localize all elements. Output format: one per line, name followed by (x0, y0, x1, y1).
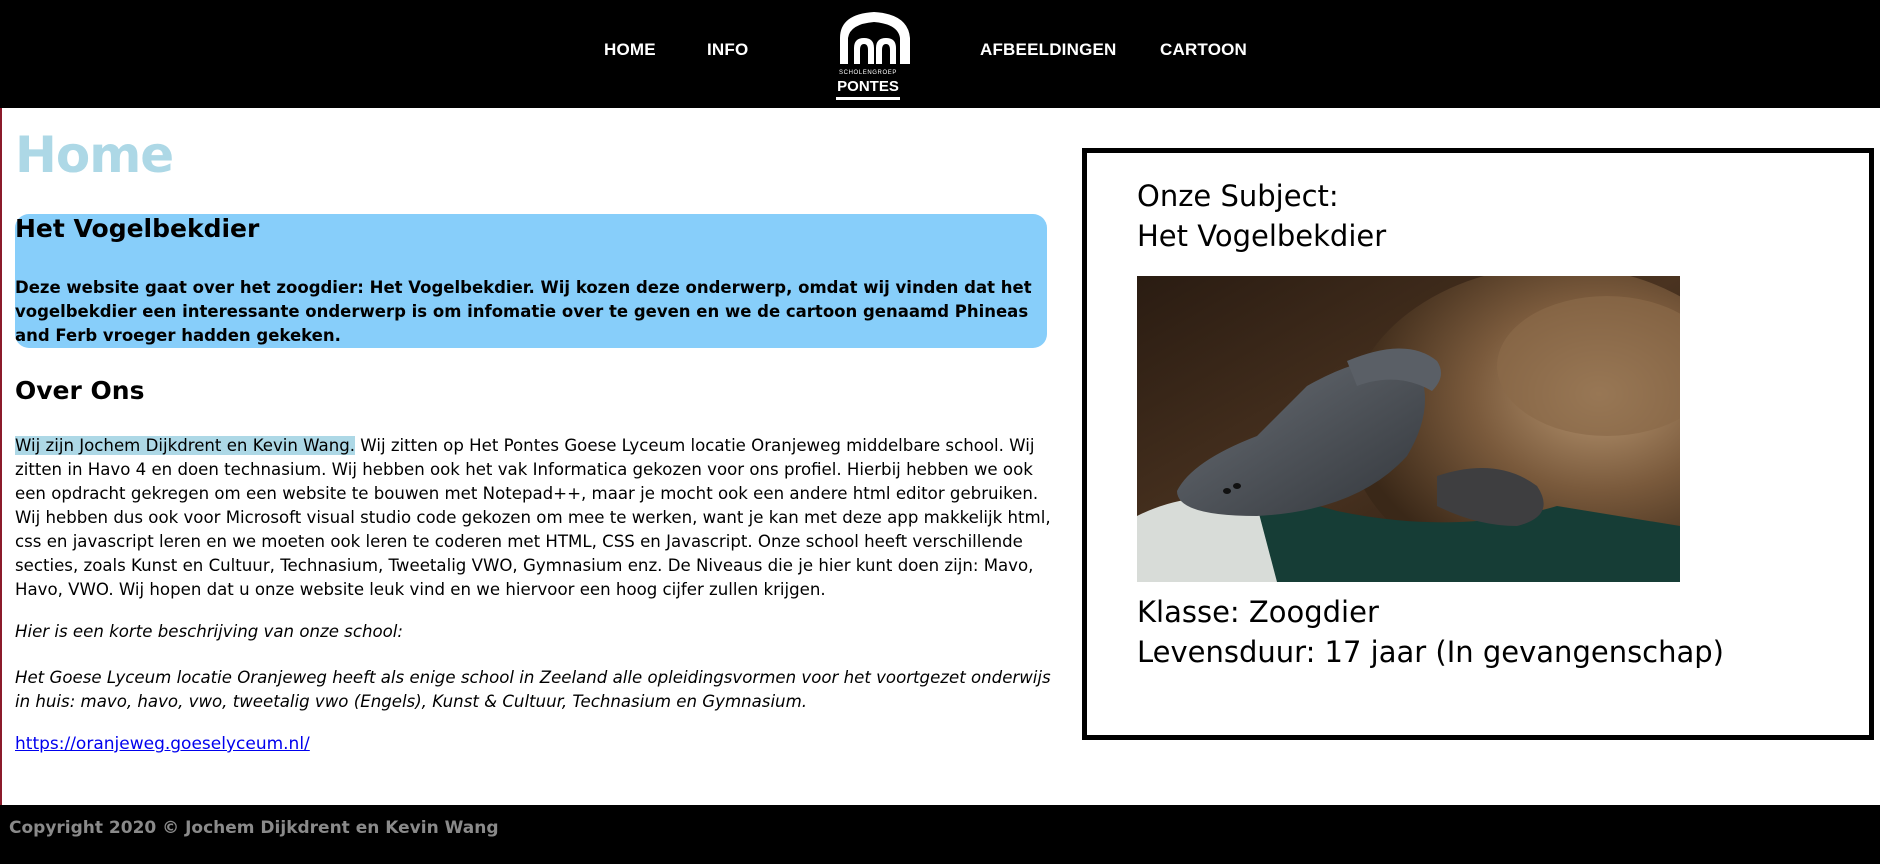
school-website-link[interactable]: https://oranjeweg.goeselyceum.nl/ (15, 734, 310, 754)
intro-box: Het Vogelbekdier Deze website gaat over … (15, 214, 1047, 348)
copyright-text: Copyright 2020 © Jochem Dijkdrent en Kev… (9, 818, 499, 838)
pontes-logo[interactable]: SCHOLENGROEP PONTES (834, 8, 914, 104)
page-title: Home (15, 126, 174, 184)
nav-cartoon-link[interactable]: CARTOON (1160, 40, 1247, 60)
nav-afbeeldingen-link[interactable]: AFBEELDINGEN (980, 40, 1117, 60)
subject-panel: Onze Subject: Het Vogelbekdier Klasse: Z… (1082, 148, 1874, 740)
logo-underline (836, 97, 900, 100)
selected-text[interactable]: Wij zijn Jochem Dijkdrent en Kevin Wang. (15, 436, 356, 455)
intro-heading: Het Vogelbekdier (15, 214, 260, 243)
subject-label: Onze Subject: (1137, 179, 1339, 213)
footer: Copyright 2020 © Jochem Dijkdrent en Kev… (0, 805, 1880, 864)
school-intro-label: Hier is een korte beschrijving van onze … (15, 622, 403, 641)
intro-text: Deze website gaat over het zoogdier: Het… (15, 278, 1032, 345)
logo-name: PONTES (837, 78, 899, 95)
subject-name: Het Vogelbekdier (1137, 219, 1387, 253)
logo-subtitle: SCHOLENGROEP (839, 70, 897, 76)
school-description: Het Goese Lyceum locatie Oranjeweg heeft… (15, 668, 1051, 711)
nav-bar: HOME INFO SCHOLENGROEP PONTES AFBEELDING… (0, 0, 1880, 108)
about-heading: Over Ons (15, 376, 145, 405)
arches-icon (840, 12, 910, 64)
class-info: Klasse: Zoogdier (1137, 595, 1379, 629)
lifespan-info: Levensduur: 17 jaar (In gevangenschap) (1137, 635, 1724, 669)
about-text: Wij zijn Jochem Dijkdrent en Kevin Wang.… (15, 434, 1051, 602)
nav-home-link[interactable]: HOME (604, 40, 656, 60)
nav-info-link[interactable]: INFO (707, 40, 748, 60)
platypus-photo (1137, 276, 1680, 582)
about-body: Wij zitten op Het Pontes Goese Lyceum lo… (15, 436, 1051, 599)
window-edge (0, 0, 2, 864)
